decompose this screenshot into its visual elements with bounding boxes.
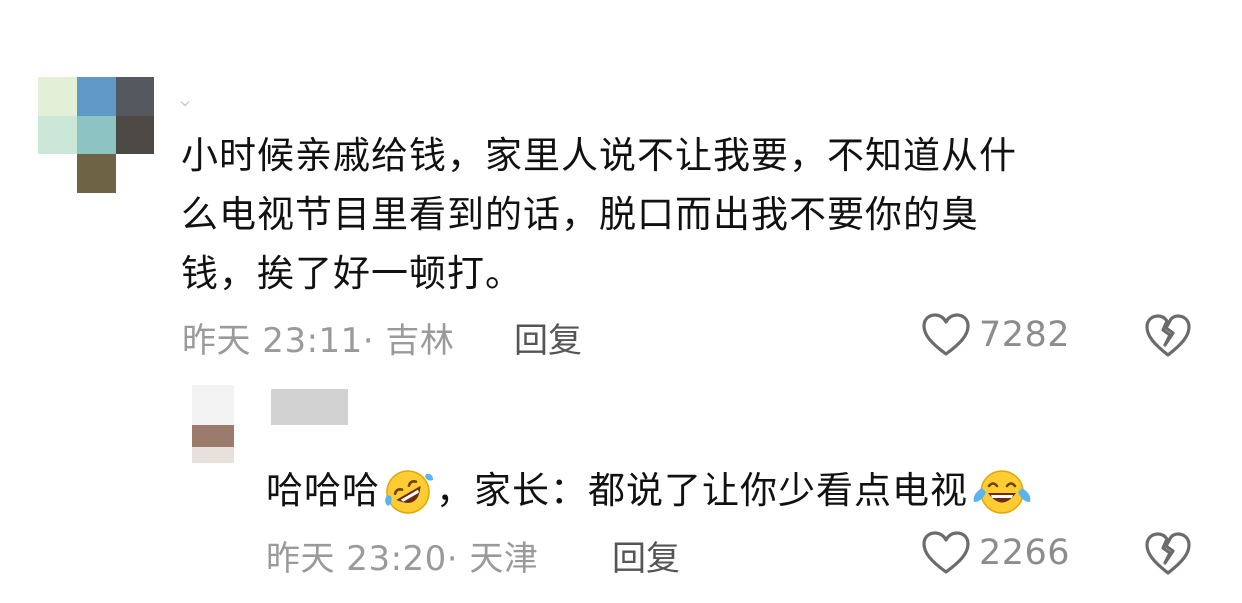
reply-meta: 昨天 23:20· 天津 [266, 531, 538, 580]
reply-avatar[interactable] [192, 385, 234, 463]
comment-time: 昨天 23:11 [182, 321, 363, 361]
avatar-pixel [192, 447, 234, 463]
reply-text-part: ，家长：都说了让你少看点电视 [436, 469, 968, 512]
comment-text-line: 么电视节目里看到的话，脱口而出我不要你的臭 [181, 193, 979, 236]
dislike-button[interactable] [1144, 531, 1192, 581]
separator-dot: · [362, 321, 386, 361]
like-button[interactable]: 7282 [921, 312, 1070, 358]
rofl-emoji [385, 469, 433, 514]
reply-text-part: 哈哈哈 [266, 469, 380, 512]
reply-button[interactable]: 回复 [514, 313, 582, 362]
comment-avatar[interactable] [38, 77, 154, 193]
reply-time: 昨天 23:20 [266, 539, 447, 579]
heart-icon [922, 313, 970, 356]
broken-heart-icon [1145, 532, 1191, 575]
comment-text-line: 钱，挨了好一顿打。 [181, 252, 523, 295]
comment-meta: 昨天 23:11· 吉林 [182, 313, 454, 362]
avatar-pixel [192, 425, 234, 447]
reply-button[interactable]: 回复 [612, 531, 680, 580]
heart-icon [922, 531, 970, 574]
tears-of-joy-emoji [973, 469, 1031, 514]
comment-location: 吉林 [385, 321, 455, 361]
avatar-pixel [77, 77, 116, 116]
like-count: 7282 [979, 315, 1071, 355]
reply-text: 哈哈哈 ，家长：都说了让你少看点电视 [266, 461, 1036, 520]
reply-location: 天津 [469, 539, 539, 579]
avatar-pixel [77, 154, 116, 193]
avatar-pixel [77, 116, 116, 154]
avatar-pixel [38, 116, 77, 154]
avatar-pixel [38, 77, 77, 116]
avatar-pixel [116, 116, 154, 154]
avatar-pixel [192, 385, 234, 425]
username-mark [180, 97, 190, 107]
separator-dot: · [446, 539, 470, 579]
comment-text: 小时候亲戚给钱，家里人说不让我要，不知道从什 么电视节目里看到的话，脱口而出我不… [181, 126, 1017, 303]
comment-text-line: 小时候亲戚给钱，家里人说不让我要，不知道从什 [181, 134, 1017, 177]
broken-heart-icon [1145, 314, 1191, 357]
like-button[interactable]: 2266 [921, 530, 1070, 576]
avatar-pixel [116, 77, 154, 116]
reply-username-redacted [271, 389, 348, 425]
dislike-button[interactable] [1144, 313, 1192, 363]
like-count: 2266 [979, 533, 1071, 573]
